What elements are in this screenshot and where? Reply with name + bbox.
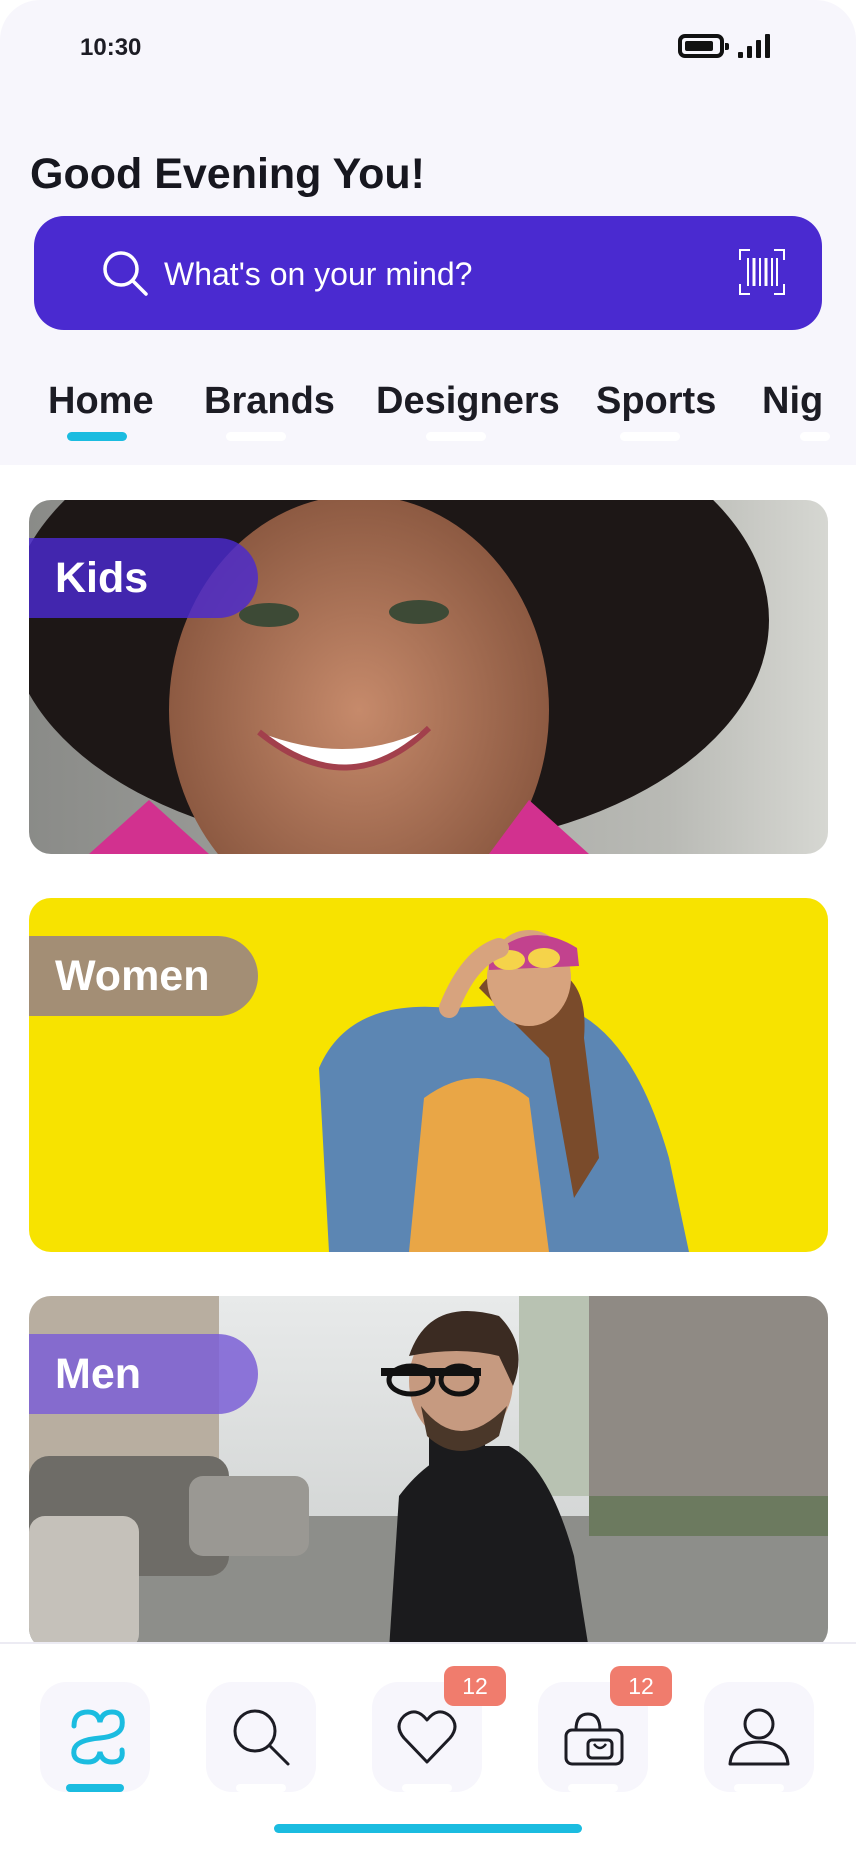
category-label-women: Women <box>29 936 258 1016</box>
greeting-title: Good Evening You! <box>30 150 425 198</box>
tab-nightlife-indicator <box>800 432 830 441</box>
search-icon <box>233 1709 290 1766</box>
tab-brands[interactable]: Brands <box>204 380 335 423</box>
category-label-kids: Kids <box>29 538 258 618</box>
tab-sports-indicator <box>620 432 680 441</box>
nav-home-button[interactable] <box>40 1682 150 1792</box>
tab-designers-indicator <box>426 432 486 441</box>
nav-profile-indicator <box>734 1784 784 1792</box>
bottom-nav: 12 12 <box>0 1642 856 1852</box>
tab-designers[interactable]: Designers <box>376 380 560 423</box>
header: 10:30 Good Evening You! What's on your m… <box>0 0 856 465</box>
nav-search-indicator <box>236 1784 286 1792</box>
status-time: 10:30 <box>80 34 142 61</box>
signal-icon <box>738 34 770 58</box>
search-bar[interactable]: What's on your mind? <box>34 216 822 330</box>
category-label-men: Men <box>29 1334 258 1414</box>
category-tabs: Home Brands Designers Sports Nig <box>0 372 856 442</box>
brand-logo-icon <box>71 1709 125 1765</box>
category-card-men[interactable]: Men <box>29 1296 828 1650</box>
tab-home[interactable]: Home <box>48 380 154 423</box>
nav-bag-button[interactable]: 12 <box>538 1666 672 1792</box>
bag-badge: 12 <box>610 1666 672 1706</box>
search-input[interactable]: What's on your mind? <box>164 256 472 293</box>
nav-profile-button[interactable] <box>704 1682 814 1792</box>
nav-bag-indicator <box>568 1784 618 1792</box>
tab-brands-indicator <box>226 432 286 441</box>
nav-wishlist-indicator <box>402 1784 452 1792</box>
home-indicator[interactable] <box>274 1824 582 1833</box>
profile-icon <box>728 1708 790 1766</box>
heart-icon <box>397 1710 457 1764</box>
nav-wishlist-button[interactable]: 12 <box>372 1666 506 1792</box>
tab-sports[interactable]: Sports <box>596 380 716 423</box>
category-card-kids[interactable]: Kids <box>29 500 828 854</box>
tab-home-indicator <box>67 432 127 441</box>
search-icon <box>103 251 148 296</box>
status-icons <box>678 34 770 58</box>
nav-home-indicator <box>66 1784 124 1792</box>
category-card-women[interactable]: Women <box>29 898 828 1252</box>
barcode-scan-icon[interactable] <box>738 248 786 296</box>
shopping-bag-icon <box>564 1712 624 1766</box>
wishlist-badge: 12 <box>444 1666 506 1706</box>
nav-search-button[interactable] <box>206 1682 316 1792</box>
tab-nightlife[interactable]: Nig <box>762 380 823 423</box>
battery-icon <box>678 34 729 58</box>
